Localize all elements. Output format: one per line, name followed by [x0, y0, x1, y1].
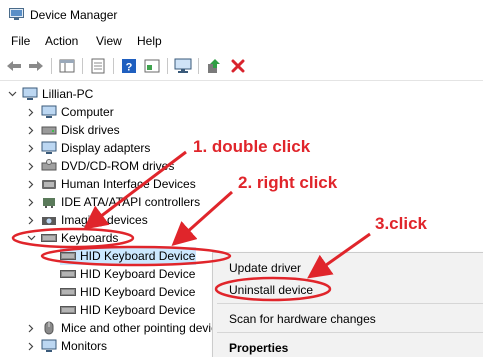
arrow-2: [171, 190, 233, 246]
uninstall-highlight-ellipse: [214, 276, 332, 302]
hid-device-highlight-ellipse: [40, 245, 232, 267]
annotation-step-3: 3.click: [375, 214, 427, 233]
arrow-3: [307, 232, 371, 279]
keyboards-highlight-ellipse: [11, 227, 135, 249]
annotation-step-1: 1. double click: [193, 137, 311, 156]
arrow-1: [83, 150, 187, 230]
annotation-step-2: 2. right click: [238, 173, 338, 192]
